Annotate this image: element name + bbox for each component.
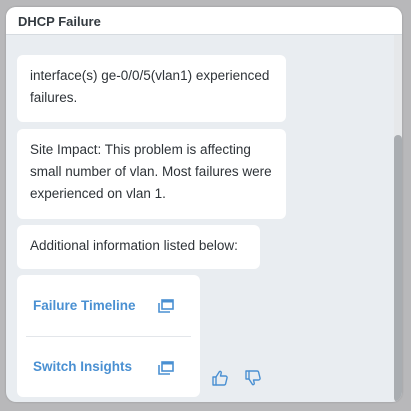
scrollbar[interactable] bbox=[394, 35, 402, 402]
links-card: Failure Timeline Switch Insights bbox=[17, 275, 200, 397]
message-bubble: Site Impact: This problem is affecting s… bbox=[17, 129, 286, 219]
message-text: Additional information listed below: bbox=[30, 238, 238, 253]
open-window-icon[interactable] bbox=[158, 361, 174, 375]
chat-panel: DHCP Failure interface(s) ge-0/0/5(vlan1… bbox=[6, 7, 402, 402]
link-label[interactable]: Failure Timeline bbox=[33, 298, 136, 313]
thumbs-down-icon[interactable] bbox=[244, 369, 262, 387]
thumbs-up-icon[interactable] bbox=[211, 369, 229, 387]
message-text: Site Impact: This problem is affecting s… bbox=[30, 142, 272, 201]
switch-insights-link[interactable]: Switch Insights bbox=[17, 337, 200, 397]
message-list[interactable]: interface(s) ge-0/0/5(vlan1) experienced… bbox=[6, 35, 402, 402]
message-bubble: Additional information listed below: bbox=[17, 225, 260, 269]
scrollbar-thumb[interactable] bbox=[394, 135, 402, 402]
panel-title: DHCP Failure bbox=[18, 14, 101, 29]
link-label[interactable]: Switch Insights bbox=[33, 359, 132, 374]
failure-timeline-link[interactable]: Failure Timeline bbox=[17, 275, 200, 335]
panel-header: DHCP Failure bbox=[6, 7, 402, 35]
open-window-icon[interactable] bbox=[158, 299, 174, 313]
message-bubble: interface(s) ge-0/0/5(vlan1) experienced… bbox=[17, 55, 286, 122]
message-text: interface(s) ge-0/0/5(vlan1) experienced… bbox=[30, 68, 270, 105]
